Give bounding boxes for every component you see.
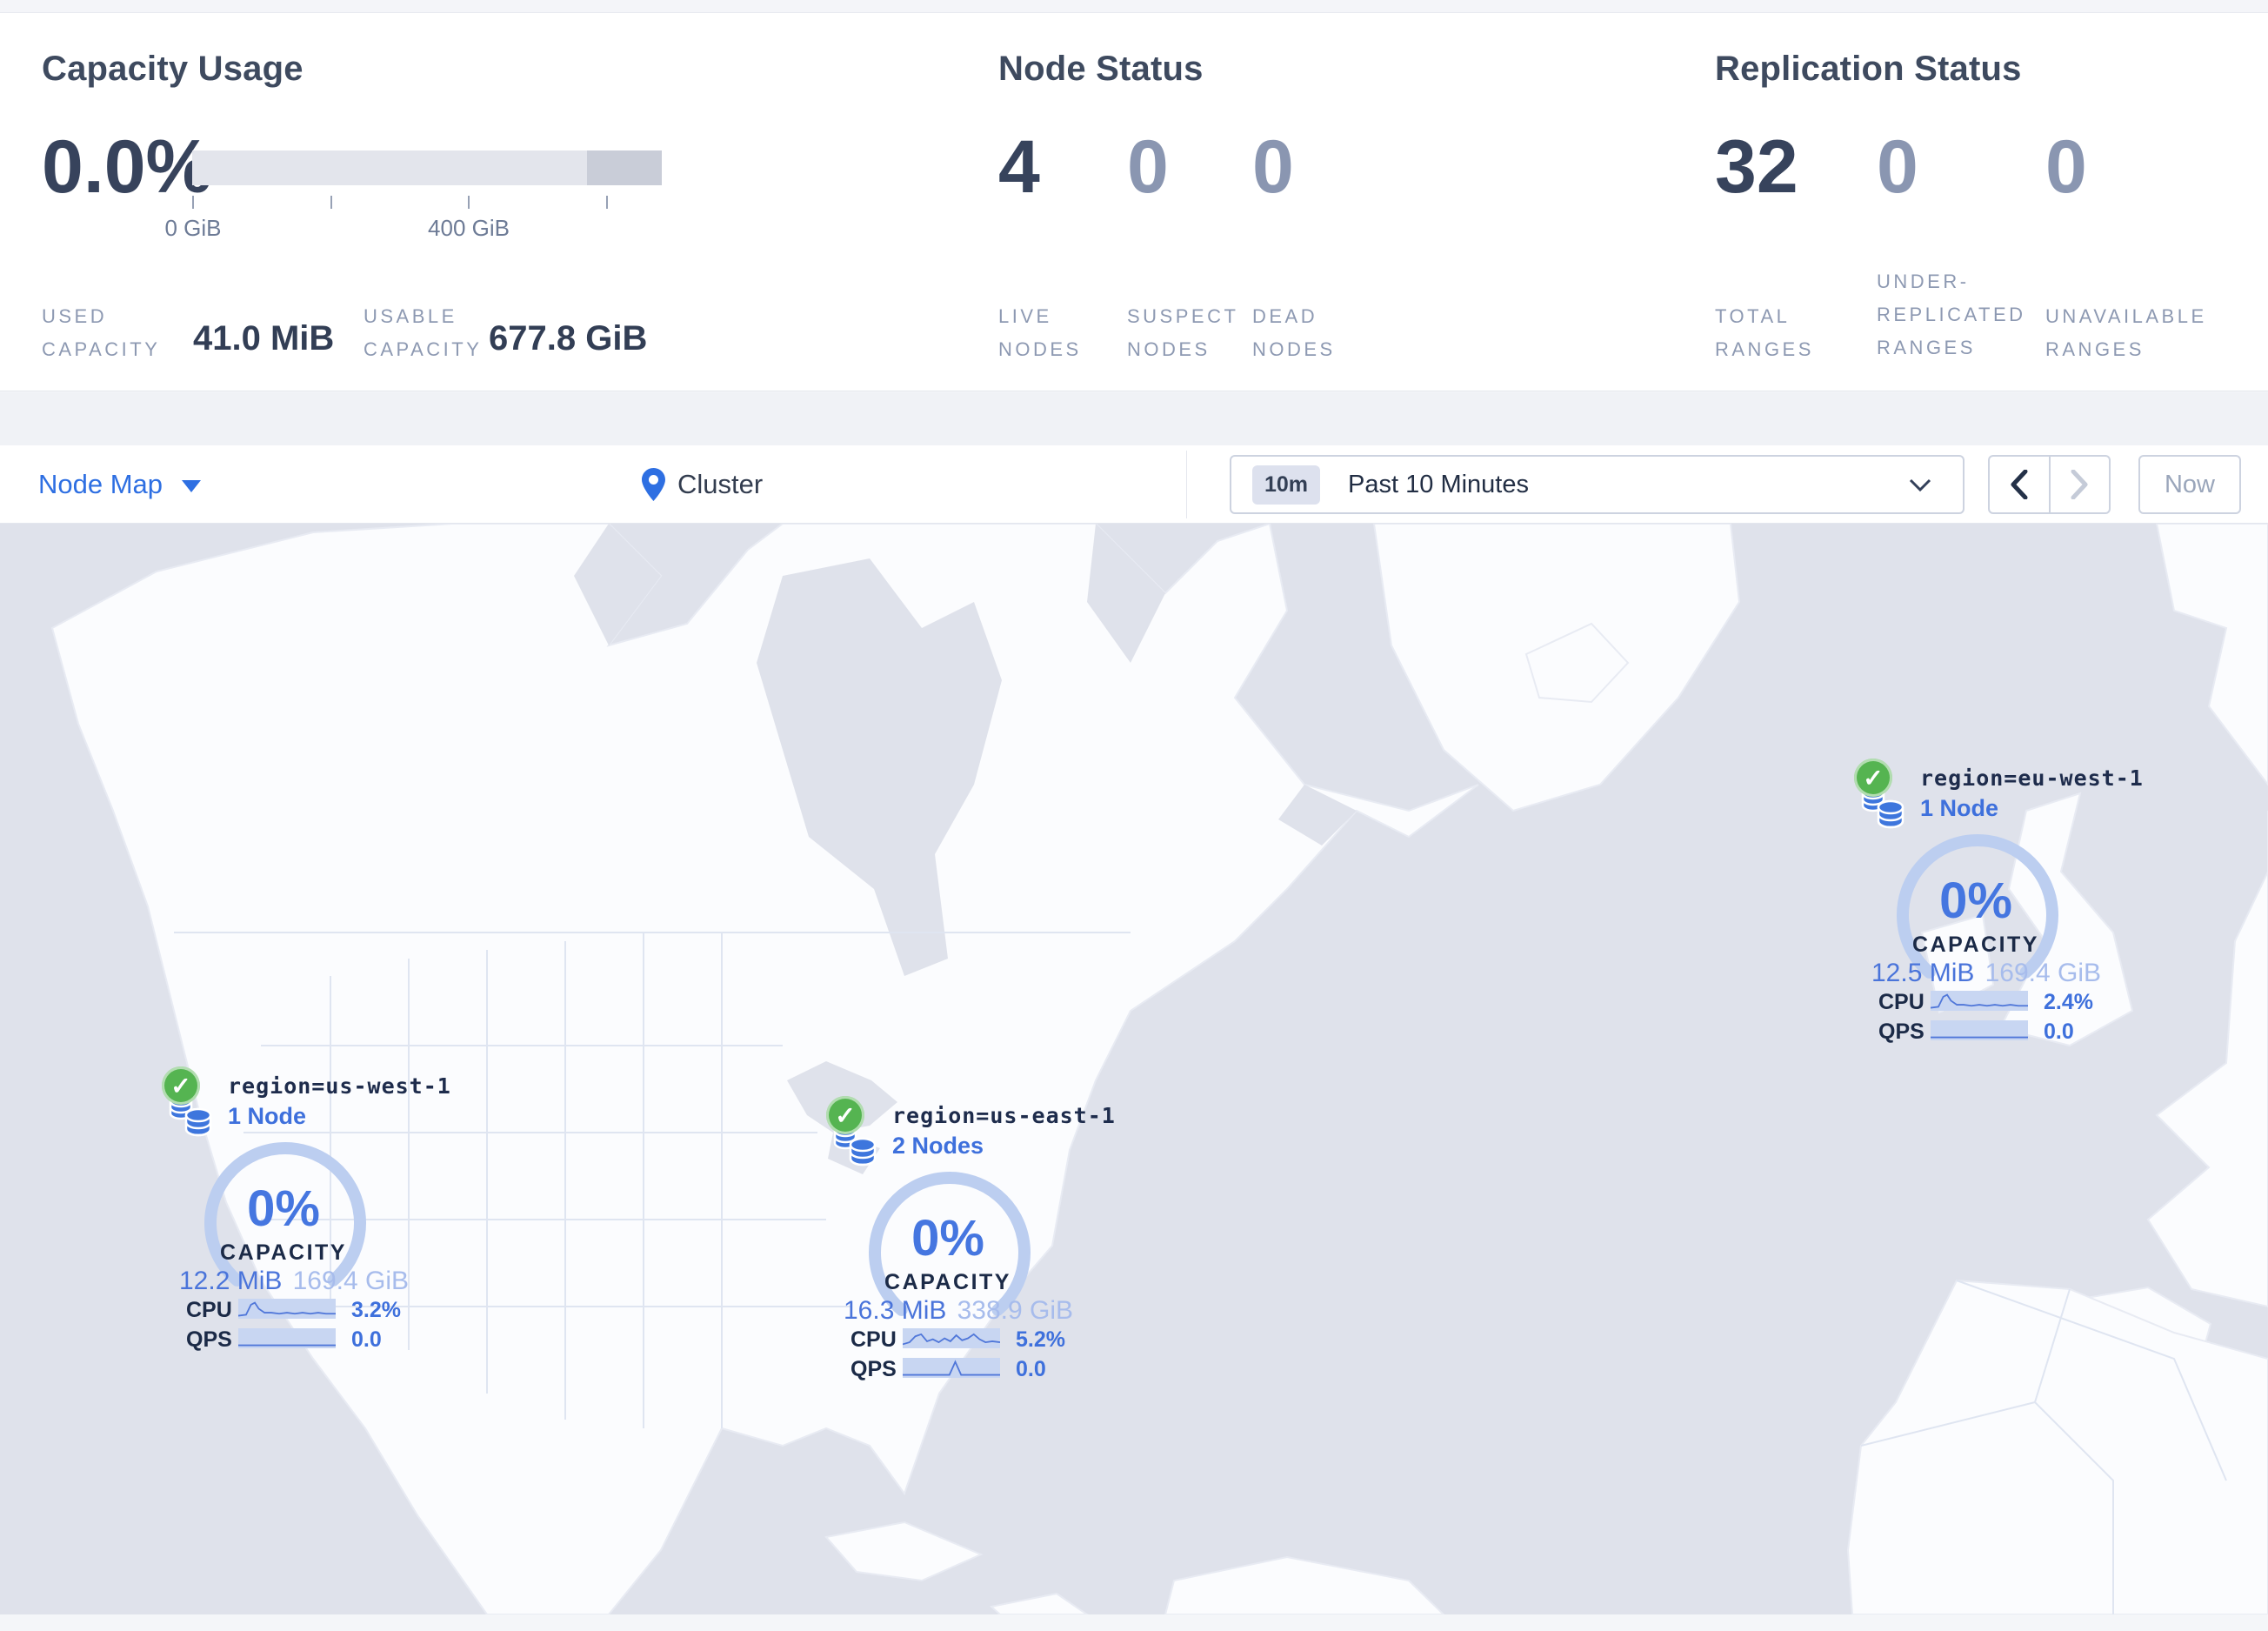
qps-value: 0.0	[351, 1327, 382, 1352]
capacity-used-value: 16.3 MiB	[844, 1296, 947, 1325]
qps-row: QPS 0.0	[850, 1357, 1077, 1381]
qps-sparkline	[1931, 1020, 2028, 1040]
axis-tick-label: 400 GiB	[428, 215, 510, 241]
breadcrumb[interactable]: Cluster	[642, 445, 763, 524]
healthy-check-icon: ✓	[826, 1096, 864, 1134]
usable-capacity-label: USABLE CAPACITY	[364, 305, 483, 360]
region-node-count: 1 Node	[228, 1103, 307, 1129]
capacity-percent: 0%	[911, 1210, 984, 1267]
view-selector-label: Node Map	[38, 469, 163, 499]
page-background-strip	[0, 1614, 2268, 1631]
map-toolbar: Node Map Cluster 10m Past 10 Minutes Now	[0, 445, 2268, 524]
capacity-caption: CAPACITY	[220, 1240, 347, 1265]
suspect-nodes-value: 0	[1127, 125, 1169, 209]
time-forward-button[interactable]	[2048, 457, 2110, 512]
now-button[interactable]: Now	[2138, 455, 2241, 514]
cpu-sparkline	[1931, 991, 2028, 1011]
chevron-down-icon	[1909, 478, 1931, 492]
cpu-value: 3.2%	[351, 1298, 401, 1322]
region-node-count: 2 Nodes	[892, 1133, 984, 1159]
capacity-caption: CAPACITY	[884, 1270, 1011, 1294]
cpu-row: CPU 5.2%	[850, 1327, 1077, 1352]
axis-tick-label: 0 GiB	[164, 215, 222, 241]
chevron-right-icon	[2071, 470, 2088, 499]
capacity-usage-percent: 0.0%	[42, 125, 213, 209]
cpu-value: 2.4%	[2044, 990, 2093, 1014]
breadcrumb-label: Cluster	[677, 469, 764, 499]
region-marker-eu-west-1[interactable]: ✓ region=eu-west-1 1 Node 0% CAPACITY 12…	[1845, 752, 2143, 1047]
capacity-used-value: 12.5 MiB	[1871, 959, 1975, 987]
capacity-total-value: 169.4 GiB	[1984, 959, 2101, 987]
qps-value: 0.0	[1016, 1357, 1046, 1381]
location-pin-icon	[642, 468, 665, 501]
capacity-usage-bar-reserved	[587, 150, 662, 185]
node-status-title: Node Status	[998, 50, 1204, 88]
under-replicated-ranges-value: 0	[1877, 125, 1918, 209]
replication-status-title: Replication Status	[1715, 50, 2022, 88]
axis-tick	[468, 196, 470, 209]
view-selector-dropdown[interactable]: Node Map	[38, 445, 202, 524]
cpu-label: CPU	[186, 1298, 232, 1322]
time-range-dropdown[interactable]: 10m Past 10 Minutes	[1230, 455, 1964, 514]
region-label: region=us-west-1	[228, 1073, 451, 1099]
live-nodes-value: 4	[998, 125, 1040, 209]
dead-nodes-label: DEAD NODES	[1252, 305, 1336, 360]
time-pager	[1988, 455, 2111, 514]
used-capacity-label: USED CAPACITY	[42, 305, 161, 360]
qps-sparkline	[903, 1358, 1000, 1378]
qps-row: QPS 0.0	[186, 1327, 412, 1352]
panel-gap	[0, 392, 2268, 445]
cpu-value: 5.2%	[1016, 1327, 1065, 1352]
qps-label: QPS	[850, 1357, 897, 1381]
usable-capacity-value: 677.8 GiB	[489, 319, 648, 358]
capacity-used-value: 12.2 MiB	[179, 1267, 283, 1295]
axis-tick	[606, 196, 608, 209]
live-nodes-label: LIVE NODES	[998, 305, 1082, 360]
healthy-check-icon: ✓	[162, 1066, 200, 1105]
cpu-sparkline	[903, 1328, 1000, 1348]
page-background-strip	[0, 0, 2268, 12]
axis-tick	[330, 196, 332, 209]
cluster-summary-panel: Capacity Usage 0.0% 0 GiB 400 GiB USED C…	[0, 12, 2268, 391]
suspect-nodes-label: SUSPECT NODES	[1127, 305, 1239, 360]
qps-value: 0.0	[2044, 1019, 2074, 1044]
time-back-button[interactable]	[1990, 457, 2049, 512]
qps-label: QPS	[1878, 1019, 1924, 1044]
cpu-label: CPU	[1878, 990, 1924, 1014]
unavailable-ranges-label: UNAVAILABLE RANGES	[2045, 305, 2207, 360]
chevron-left-icon	[2011, 470, 2028, 499]
capacity-percent: 0%	[1939, 872, 2012, 929]
capacity-caption: CAPACITY	[1912, 932, 2039, 957]
qps-row: QPS 0.0	[1878, 1019, 2105, 1044]
time-range-label: Past 10 Minutes	[1348, 470, 1529, 498]
cpu-row: CPU 3.2%	[186, 1298, 412, 1322]
qps-label: QPS	[186, 1327, 232, 1352]
cpu-row: CPU 2.4%	[1878, 990, 2105, 1014]
capacity-usage-title: Capacity Usage	[42, 50, 304, 88]
region-label: region=us-east-1	[892, 1103, 1116, 1128]
cpu-label: CPU	[850, 1327, 897, 1352]
toolbar-divider	[1186, 451, 1187, 518]
capacity-usage-bar	[192, 150, 662, 185]
time-range-badge: 10m	[1252, 465, 1321, 505]
healthy-check-icon: ✓	[1854, 759, 1892, 797]
qps-sparkline	[238, 1328, 336, 1348]
capacity-percent: 0%	[247, 1180, 320, 1237]
region-marker-us-west-1[interactable]: ✓ region=us-west-1 1 Node 0% CAPACITY 12…	[153, 1059, 450, 1355]
region-node-count: 1 Node	[1920, 795, 1999, 821]
region-marker-us-east-1[interactable]: ✓ region=us-east-1 2 Nodes 0% CAPACITY 1…	[817, 1089, 1115, 1385]
total-ranges-value: 32	[1715, 125, 1798, 209]
capacity-total-value: 169.4 GiB	[292, 1267, 409, 1295]
total-ranges-label: TOTAL RANGES	[1715, 305, 1814, 360]
capacity-total-value: 338.9 GiB	[957, 1296, 1073, 1325]
dead-nodes-value: 0	[1252, 125, 1294, 209]
used-capacity-value: 41.0 MiB	[193, 319, 335, 358]
cpu-sparkline	[238, 1299, 336, 1319]
caret-down-icon	[182, 480, 202, 492]
axis-tick	[192, 196, 194, 209]
region-label: region=eu-west-1	[1920, 765, 2144, 791]
unavailable-ranges-value: 0	[2045, 125, 2087, 209]
under-replicated-ranges-label: UNDER- REPLICATED RANGES	[1877, 271, 2026, 358]
node-map-screen: Capacity Usage 0.0% 0 GiB 400 GiB USED C…	[0, 0, 2268, 1631]
